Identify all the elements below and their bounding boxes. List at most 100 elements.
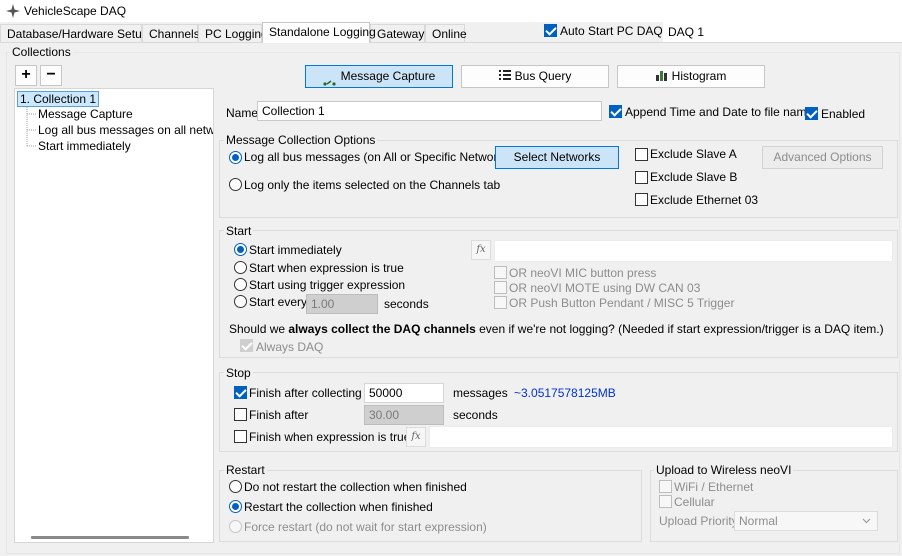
- always-daq-label: Always DAQ: [256, 340, 324, 354]
- finish-expression-checkbox[interactable]: [234, 430, 247, 443]
- app-logo-icon: [6, 4, 20, 18]
- restart-radio[interactable]: [229, 500, 242, 513]
- remove-collection-button[interactable]: −: [40, 65, 62, 86]
- start-immediately-label: Start immediately: [249, 243, 342, 257]
- add-collection-button[interactable]: +: [15, 65, 37, 86]
- finish-expression-label: Finish when expression is true: [249, 430, 411, 444]
- daq-question-pre: Should we: [229, 322, 289, 336]
- force-restart-label: Force restart (do not wait for start exp…: [244, 520, 487, 534]
- mic-button-checkbox[interactable]: [494, 266, 507, 279]
- wifi-checkbox[interactable]: [659, 480, 672, 493]
- log-only-radio[interactable]: [229, 178, 242, 191]
- finish-collecting-checkbox[interactable]: [234, 386, 247, 399]
- name-label: Name: [226, 106, 259, 120]
- tree-item-collection-1[interactable]: 1. Collection 1: [17, 91, 100, 107]
- start-every-input[interactable]: 1.00: [306, 294, 378, 314]
- start-every-label: Start every: [249, 295, 308, 309]
- size-estimate: ~3.0517578125MB: [514, 386, 616, 400]
- chevron-down-icon: [862, 518, 871, 524]
- daq-question-text: Should we always collect the DAQ channel…: [229, 322, 884, 336]
- message-capture-button[interactable]: Message Capture: [305, 65, 453, 88]
- message-options-title: Message Collection Options: [224, 133, 378, 147]
- start-trigger-label: Start using trigger expression: [249, 278, 406, 292]
- tab-channels[interactable]: Channels: [142, 24, 200, 42]
- enabled-checkbox[interactable]: [805, 107, 818, 120]
- title-bar: [0, 0, 902, 22]
- daq-question-bold: always collect the DAQ channels: [288, 322, 476, 336]
- collect-count-input[interactable]: 50000: [364, 383, 444, 403]
- enabled-label: Enabled: [821, 107, 866, 121]
- tree-horizontal-scrollbar[interactable]: [31, 536, 189, 539]
- start-expression-input[interactable]: [494, 240, 893, 262]
- daq-name-field[interactable]: DAQ 1: [663, 22, 902, 42]
- mic-button-label: OR neoVI MIC button press: [509, 266, 657, 280]
- exclude-slave-b-label: Exclude Slave B: [650, 170, 738, 184]
- upload-priority-label: Upload Priority: [659, 514, 738, 528]
- exclude-ethernet-label: Exclude Ethernet 03: [650, 193, 759, 207]
- bus-query-label: Bus Query: [514, 69, 572, 83]
- histogram-icon: [655, 67, 668, 87]
- append-date-label: Append Time and Date to file name: [625, 105, 814, 119]
- upload-priority-select[interactable]: Normal: [734, 511, 878, 531]
- append-date-checkbox[interactable]: [609, 105, 622, 118]
- select-networks-button[interactable]: Select Networks: [495, 146, 619, 169]
- stop-title: Stop: [224, 366, 253, 380]
- exclude-ethernet-checkbox[interactable]: [635, 193, 648, 206]
- tab-database-hardware-setup[interactable]: Database/Hardware Setup: [0, 24, 148, 42]
- upload-title: Upload to Wireless neoVI: [654, 463, 794, 477]
- log-all-radio[interactable]: [229, 151, 242, 164]
- tab-gateway[interactable]: Gateway: [370, 24, 425, 42]
- tree-item-start-immediately[interactable]: Start immediately: [38, 139, 131, 153]
- start-every-radio[interactable]: [234, 295, 247, 308]
- start-expression-radio[interactable]: [234, 261, 247, 274]
- histogram-button[interactable]: Histogram: [617, 65, 765, 88]
- collections-tree[interactable]: 1. Collection 1 Message Capture Log all …: [14, 88, 214, 543]
- tree-item-message-capture[interactable]: Message Capture: [38, 107, 133, 121]
- start-trigger-radio[interactable]: [234, 278, 247, 291]
- force-restart-radio[interactable]: [229, 520, 242, 533]
- collections-title: Collections: [10, 45, 73, 59]
- upload-priority-value: Normal: [739, 514, 778, 528]
- collection-name-input[interactable]: Collection 1: [257, 101, 602, 121]
- always-daq-checkbox[interactable]: [240, 339, 253, 352]
- start-seconds-label: seconds: [384, 297, 429, 311]
- pendant-checkbox[interactable]: [494, 296, 507, 309]
- histogram-label: Histogram: [671, 69, 727, 83]
- tab-pc-logging[interactable]: PC Logging: [198, 24, 268, 42]
- wifi-label: WiFi / Ethernet: [674, 480, 754, 494]
- finish-after-input[interactable]: 30.00: [364, 405, 444, 425]
- bus-query-button[interactable]: Bus Query: [461, 65, 609, 88]
- start-immediately-radio[interactable]: [234, 243, 247, 256]
- auto-start-label: Auto Start PC DAQ: [560, 24, 663, 38]
- exclude-slave-a-checkbox[interactable]: [635, 148, 648, 161]
- restart-title: Restart: [224, 463, 267, 477]
- mote-label: OR neoVI MOTE using DW CAN 03: [509, 281, 701, 295]
- list-icon: [498, 67, 511, 87]
- finish-after-label: Finish after: [249, 408, 309, 422]
- start-title: Start: [224, 224, 254, 238]
- messages-label: messages: [453, 386, 508, 400]
- stop-seconds-label: seconds: [453, 408, 498, 422]
- no-restart-label: Do not restart the collection when finis…: [244, 480, 467, 494]
- cellular-checkbox[interactable]: [659, 495, 672, 508]
- message-capture-icon: [323, 73, 337, 86]
- tab-standalone-logging[interactable]: Standalone Logging: [262, 22, 376, 43]
- start-expression-function-button[interactable]: fx: [471, 240, 491, 260]
- advanced-options-button[interactable]: Advanced Options: [762, 146, 883, 169]
- daq-question-post: even if we're not logging? (Needed if st…: [475, 322, 884, 336]
- stop-expression-input[interactable]: [429, 426, 893, 448]
- finish-collecting-label: Finish after collecting: [249, 386, 362, 400]
- no-restart-radio[interactable]: [229, 480, 242, 493]
- start-expression-label: Start when expression is true: [249, 261, 404, 275]
- tab-online[interactable]: Online: [425, 24, 467, 42]
- tree-item-log-all[interactable]: Log all bus messages on all networks: [38, 123, 213, 137]
- restart-label: Restart the collection when finished: [244, 500, 433, 514]
- window-title: VehicleScape DAQ: [24, 4, 127, 18]
- message-capture-label: Message Capture: [340, 69, 436, 83]
- tab-divider: [0, 42, 902, 43]
- finish-after-checkbox[interactable]: [234, 408, 247, 421]
- auto-start-checkbox[interactable]: [544, 24, 557, 37]
- stop-expression-function-button[interactable]: fx: [406, 427, 426, 447]
- exclude-slave-b-checkbox[interactable]: [635, 171, 648, 184]
- mote-checkbox[interactable]: [494, 281, 507, 294]
